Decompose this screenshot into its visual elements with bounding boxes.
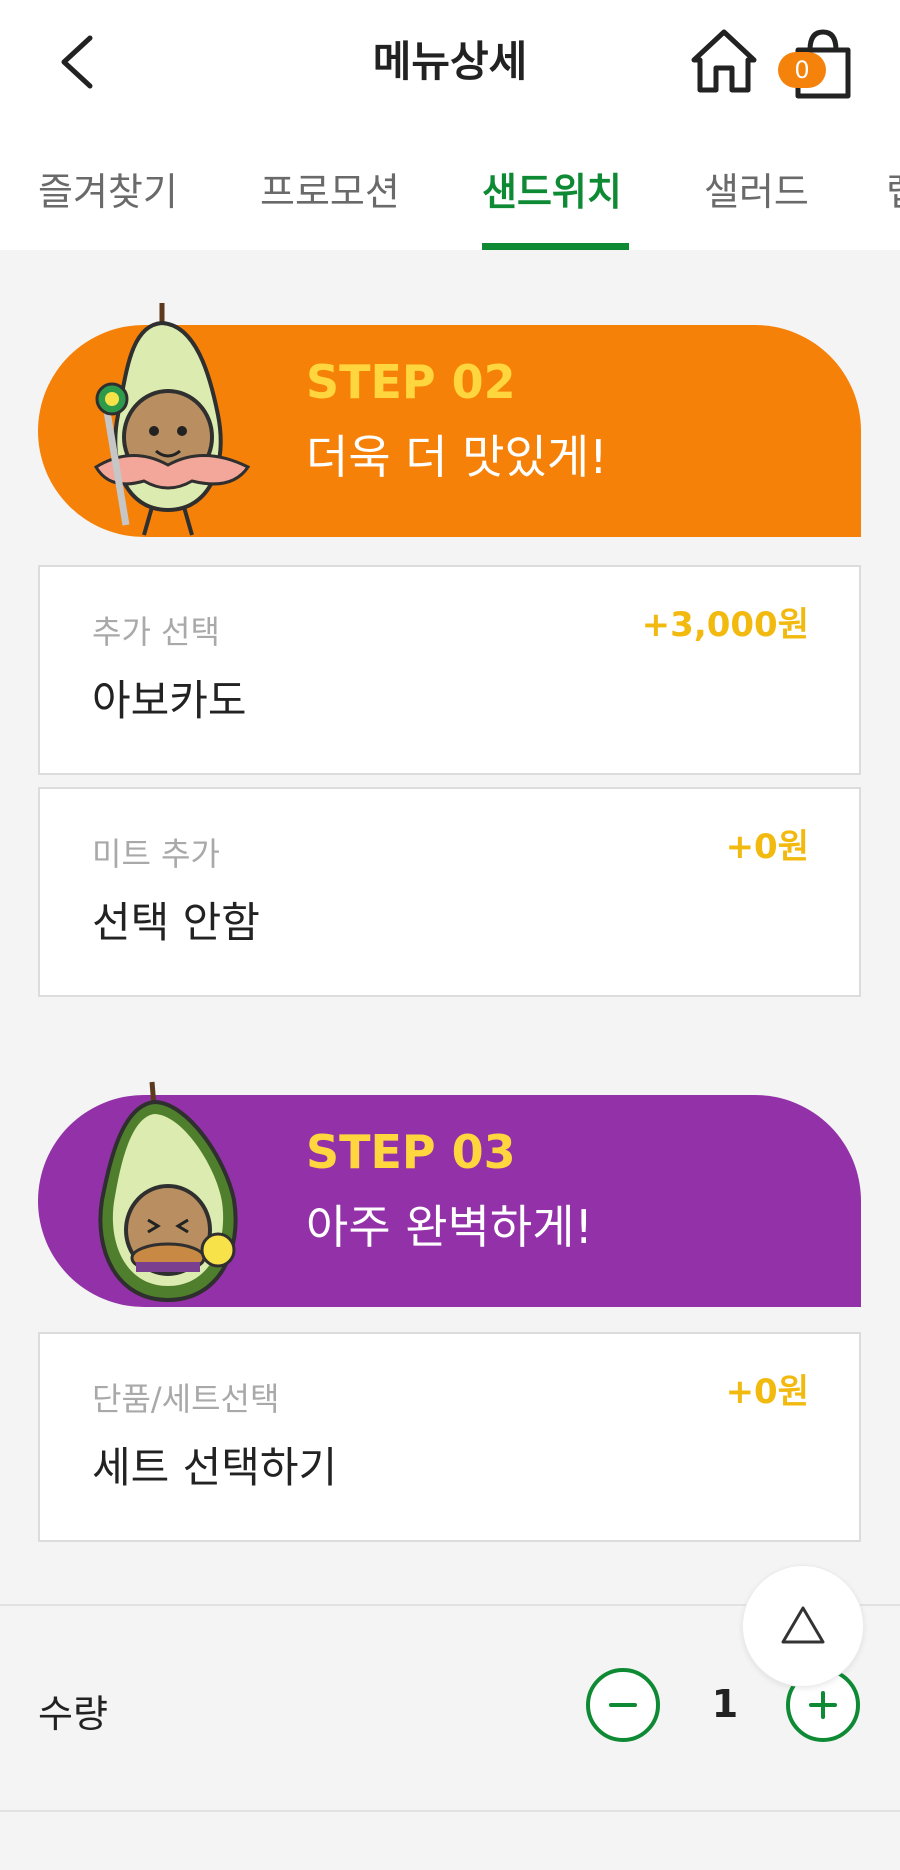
cart-button[interactable]: 0	[776, 22, 858, 102]
option-value: 세트 선택하기	[92, 1443, 338, 1492]
option-price: +0원	[725, 1372, 809, 1412]
option-price: +0원	[725, 827, 809, 867]
tab-promotion[interactable]: 프로모션	[260, 161, 400, 216]
step-number: STEP 02	[306, 355, 516, 409]
active-tab-indicator	[482, 243, 629, 250]
quantity-decrease-button[interactable]	[586, 1668, 660, 1742]
option-card-meat[interactable]: 미트 추가 선택 안함 +0원	[38, 787, 861, 997]
minus-icon	[609, 1703, 637, 1707]
option-card-extra[interactable]: 추가 선택 아보카도 +3,000원	[38, 565, 861, 775]
section-divider	[0, 1810, 900, 1812]
scroll-top-icon	[781, 1606, 825, 1644]
option-value: 아보카도	[92, 676, 247, 725]
scroll-top-button[interactable]	[742, 1565, 864, 1687]
home-button[interactable]	[688, 26, 760, 96]
quantity-label: 수량	[38, 1692, 108, 1736]
option-card-set[interactable]: 단품/세트선택 세트 선택하기 +0원	[38, 1332, 861, 1542]
option-label: 미트 추가	[92, 835, 220, 873]
tab-sandwich[interactable]: 샌드위치	[482, 161, 622, 216]
tab-wrap[interactable]: 랩	[886, 161, 900, 216]
step-number: STEP 03	[306, 1125, 516, 1179]
step-headline: 더욱 더 맛있게!	[306, 430, 608, 484]
quantity-value: 1	[711, 1682, 739, 1726]
avocado-mascot-icon	[93, 303, 251, 536]
page-title: 메뉴상세	[372, 37, 528, 86]
home-icon	[691, 29, 757, 93]
cart-count-badge: 0	[778, 52, 826, 88]
top-bar: 메뉴상세 0	[0, 0, 900, 125]
option-label: 단품/세트선택	[92, 1380, 280, 1418]
option-label: 추가 선택	[92, 613, 220, 651]
tab-favorites[interactable]: 즐겨찾기	[38, 161, 178, 216]
option-price: +3,000원	[641, 605, 809, 645]
tab-salad[interactable]: 샐러드	[704, 161, 809, 216]
option-value: 선택 안함	[92, 898, 260, 947]
category-tabs: 즐겨찾기 프로모션 샌드위치 샐러드 랩	[0, 125, 900, 250]
avocado-mascot-icon	[98, 1081, 238, 1303]
step-headline: 아주 완벽하게!	[306, 1200, 593, 1254]
